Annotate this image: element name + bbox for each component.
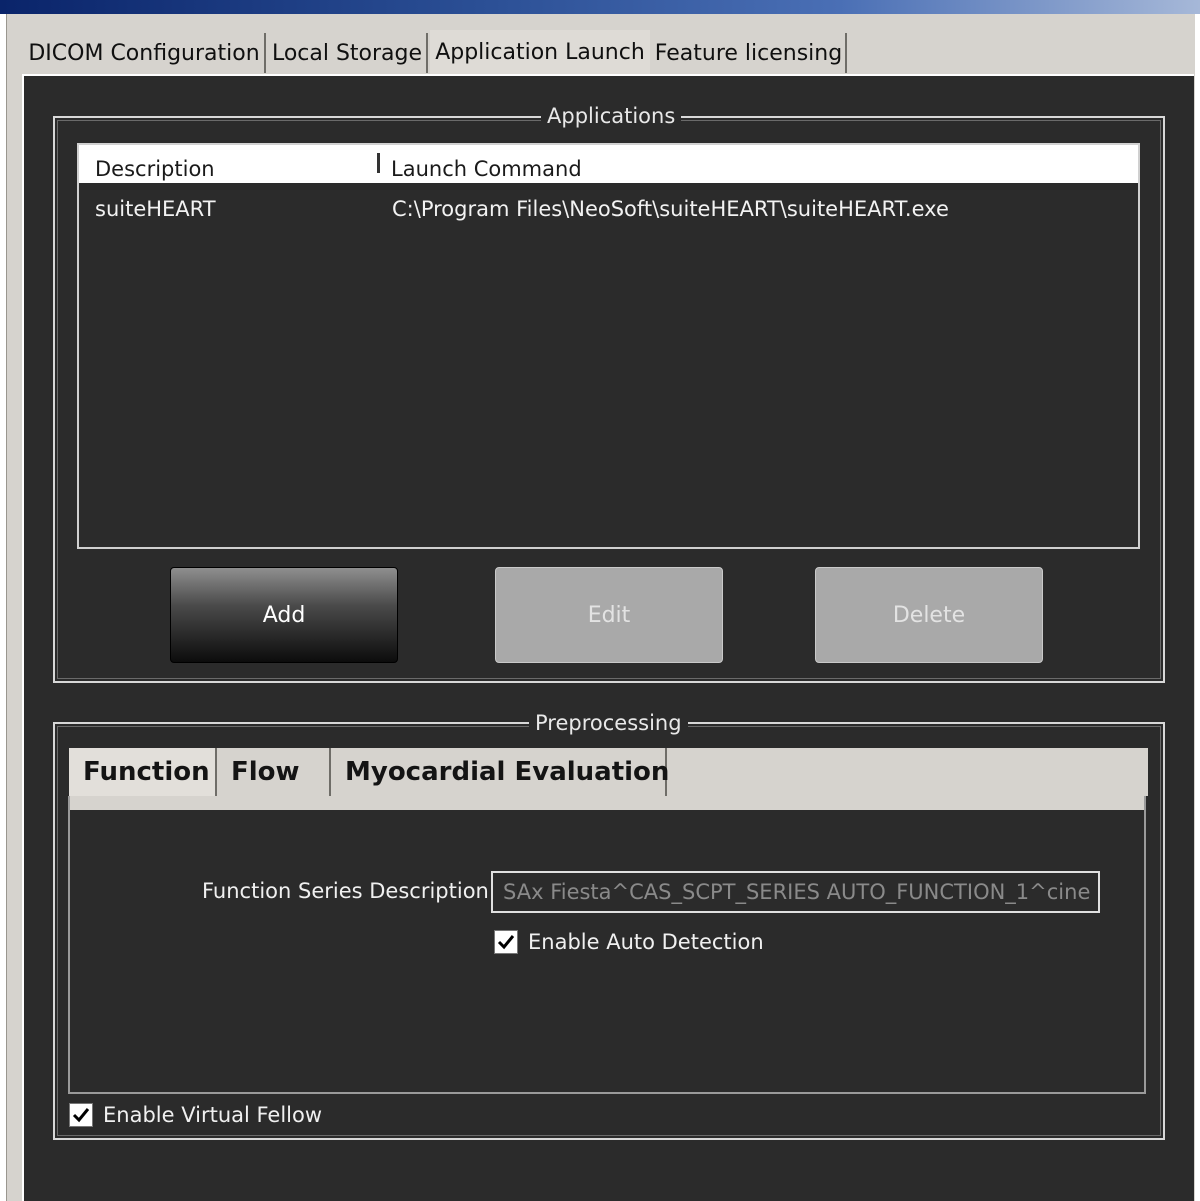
preprocessing-group-title: Preprocessing	[529, 711, 688, 735]
enable-auto-detection-label[interactable]: Enable Auto Detection	[528, 930, 764, 954]
delete-button[interactable]: Delete	[815, 567, 1043, 663]
add-button[interactable]: Add	[170, 567, 398, 663]
enable-virtual-fellow-checkbox[interactable]	[69, 1103, 93, 1127]
applications-group-title: Applications	[541, 104, 682, 128]
tab-local-storage[interactable]: Local Storage	[268, 33, 428, 73]
list-header: Description Launch Command	[79, 145, 1138, 183]
preprocessing-tab-strip: Function Flow Myocardial Evaluation	[69, 748, 1148, 796]
tab-feature-licensing[interactable]: Feature licensing	[652, 33, 847, 73]
column-header-description[interactable]: Description	[95, 145, 215, 183]
column-resize-handle[interactable]	[377, 153, 380, 173]
tab-function[interactable]: Function	[69, 748, 217, 796]
tab-flow[interactable]: Flow	[217, 748, 331, 796]
checkmark-icon	[72, 1108, 90, 1123]
tab-dicom-configuration[interactable]: DICOM Configuration	[24, 33, 266, 73]
tab-myocardial-evaluation[interactable]: Myocardial Evaluation	[331, 748, 669, 796]
checkmark-icon	[497, 935, 515, 950]
tab-panel-top-edge	[70, 796, 1144, 810]
enable-virtual-fellow-label[interactable]: Enable Virtual Fellow	[103, 1103, 322, 1127]
column-header-launch-command[interactable]: Launch Command	[391, 145, 582, 183]
function-series-description-label: Function Series Description	[202, 879, 489, 903]
enable-auto-detection-checkbox[interactable]	[494, 930, 518, 954]
edit-button[interactable]: Edit	[495, 567, 723, 663]
function-series-description-field[interactable]: SAx Fiesta^CAS_SCPT_SERIES AUTO_FUNCTION…	[491, 871, 1100, 913]
row-description: suiteHEART	[95, 197, 216, 221]
window-title-bar	[0, 0, 1200, 14]
applications-list[interactable]: Description Launch Command suiteHEART C:…	[77, 143, 1140, 549]
tab-application-launch[interactable]: Application Launch	[430, 30, 650, 74]
row-launch-command: C:\Program Files\NeoSoft\suiteHEART\suit…	[392, 197, 949, 221]
